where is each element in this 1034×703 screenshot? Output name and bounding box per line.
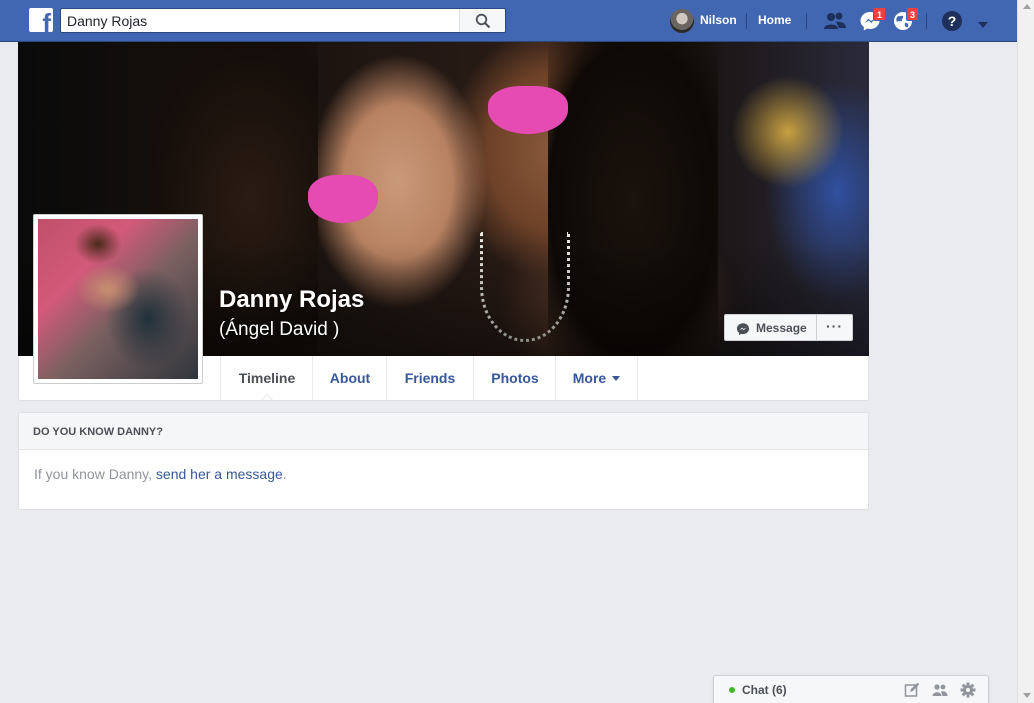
send-message-link[interactable]: send her a message — [156, 466, 283, 482]
friend-requests-icon[interactable] — [823, 10, 847, 32]
profile-alternate-name: (Ángel David ) — [219, 319, 340, 340]
messages-badge: 1 — [873, 7, 886, 21]
tab-about[interactable]: About — [312, 356, 387, 400]
message-button-label: Message — [756, 321, 807, 335]
caret-down-icon — [612, 375, 621, 381]
nav-divider — [926, 13, 927, 29]
messenger-icon — [736, 323, 750, 336]
home-link[interactable]: Home — [758, 13, 791, 27]
online-status-icon — [729, 687, 735, 693]
search-input-value: Danny Rojas — [67, 13, 148, 29]
search-button[interactable] — [459, 9, 505, 32]
group-icon[interactable] — [932, 682, 948, 698]
top-bar: f Danny Rojas Nilson Home 1 3 ? — [0, 0, 1017, 42]
facebook-logo-icon[interactable]: f — [29, 8, 53, 32]
know-card-body: If you know Danny, send her a message. — [19, 450, 868, 498]
page-scrollbar[interactable] — [1017, 0, 1034, 703]
active-tab-indicator — [261, 394, 273, 400]
notifications-badge: 3 — [906, 7, 919, 21]
tab-more[interactable]: More — [555, 356, 638, 400]
know-card-text: If you know Danny, — [34, 466, 156, 482]
chat-label: Chat (6) — [742, 683, 787, 697]
nav-divider — [806, 13, 807, 29]
scroll-down-arrow-icon[interactable] — [1023, 693, 1031, 698]
profile-link[interactable]: Nilson — [700, 13, 737, 27]
svg-text:?: ? — [948, 13, 957, 29]
tab-photos[interactable]: Photos — [473, 356, 556, 400]
know-card: DO YOU KNOW DANNY? If you know Danny, se… — [18, 412, 869, 510]
search-icon — [475, 13, 491, 29]
globe-notifications-icon[interactable]: 3 — [892, 7, 919, 32]
know-card-text-end: . — [282, 466, 287, 482]
messenger-icon[interactable]: 1 — [859, 7, 886, 32]
profile-picture[interactable] — [33, 214, 203, 384]
compose-icon[interactable] — [904, 682, 920, 698]
gear-icon[interactable] — [960, 682, 976, 698]
help-icon[interactable]: ? — [941, 10, 965, 32]
search-input[interactable]: Danny Rojas — [60, 8, 506, 33]
nav-divider — [746, 13, 747, 29]
chat-bar[interactable]: Chat (6) — [713, 675, 989, 703]
scroll-up-arrow-icon[interactable] — [1023, 4, 1031, 9]
message-button[interactable]: Message — [724, 314, 817, 341]
tab-more-label: More — [572, 370, 607, 386]
caret-down-icon[interactable] — [977, 16, 989, 28]
more-options-button[interactable]: ··· — [816, 314, 853, 341]
tab-friends[interactable]: Friends — [386, 356, 473, 400]
know-card-title: DO YOU KNOW DANNY? — [19, 413, 868, 450]
avatar[interactable] — [670, 9, 694, 33]
profile-name[interactable]: Danny Rojas — [219, 286, 364, 314]
